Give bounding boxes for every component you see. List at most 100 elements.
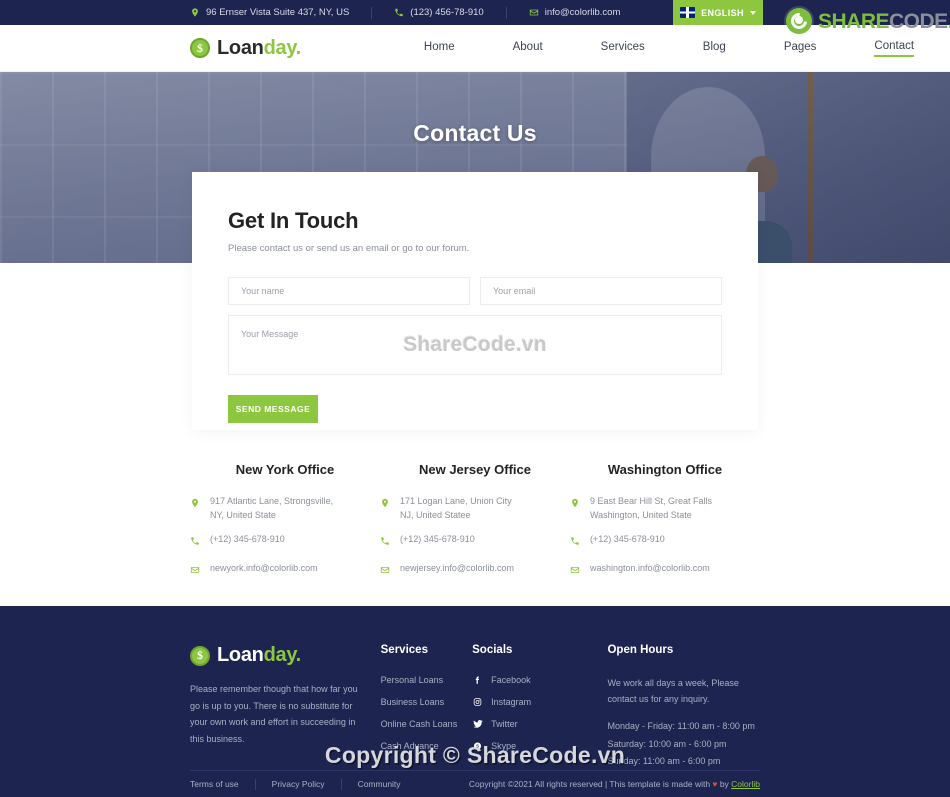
topbar-address-text: 96 Ernser Vista Suite 437, NY, US bbox=[206, 7, 350, 18]
office-address: 9 East Bear Hill St, Great Falls Washing… bbox=[570, 495, 760, 523]
office-phone-text: (+12) 345-678-910 bbox=[400, 533, 475, 544]
social-link-skype[interactable]: S Skype bbox=[472, 741, 607, 751]
topbar-phone-text: (123) 456-78-910 bbox=[410, 7, 484, 18]
footer-link-business-loans[interactable]: Business Loans bbox=[381, 697, 473, 707]
nav-item-about[interactable]: About bbox=[513, 41, 543, 56]
dollar-coin-icon: $ bbox=[190, 645, 210, 666]
contact-form-card: Get In Touch Please contact us or send u… bbox=[192, 172, 758, 430]
office-new-jersey: New Jersey Office 171 Logan Lane, Union … bbox=[380, 462, 570, 592]
message-field[interactable]: Your Message ShareCode.vn bbox=[228, 315, 722, 375]
copyright-text: Copyright ©2021 All rights reserved | Th… bbox=[468, 779, 713, 789]
form-watermark-text: ShareCode.vn bbox=[403, 333, 547, 356]
footer-services-column: Services Personal Loans Business Loans O… bbox=[381, 644, 473, 771]
nav-item-pages[interactable]: Pages bbox=[784, 41, 817, 56]
footer-brand-column: $ Loanday. Please remember though that h… bbox=[190, 644, 381, 771]
name-field-placeholder: Your name bbox=[241, 286, 285, 296]
topbar-email-text: info@colorlib.com bbox=[544, 7, 621, 18]
office-address-text: 171 Logan Lane, Union City NJ, United St… bbox=[400, 495, 512, 523]
contact-form-subheading: Please contact us or send us an email or… bbox=[228, 243, 470, 254]
location-pin-icon bbox=[570, 495, 581, 514]
email-field-placeholder: Your email bbox=[493, 286, 536, 296]
twitter-icon bbox=[472, 719, 483, 729]
footer-logo[interactable]: $ Loanday. bbox=[190, 644, 381, 667]
name-field[interactable]: Your name bbox=[228, 277, 470, 305]
social-label: Twitter bbox=[491, 719, 518, 729]
nav-item-blog[interactable]: Blog bbox=[703, 41, 726, 56]
sharecode-logo-icon bbox=[786, 8, 812, 34]
office-address-line1: 171 Logan Lane, Union City bbox=[400, 496, 512, 506]
office-address: 171 Logan Lane, Union City NJ, United St… bbox=[380, 495, 570, 523]
office-phone[interactable]: (+12) 345-678-910 bbox=[570, 533, 760, 552]
site-logo[interactable]: $ Loanday. bbox=[190, 37, 301, 60]
footer-link-personal-loans[interactable]: Personal Loans bbox=[381, 675, 473, 685]
footer-link-cash-advance[interactable]: Cash Advance bbox=[381, 741, 473, 751]
topbar-divider-2 bbox=[505, 6, 507, 19]
office-email-text: washington.info@colorlib.com bbox=[590, 562, 710, 573]
social-link-instagram[interactable]: Instagram bbox=[472, 697, 607, 707]
contact-form-heading: Get In Touch bbox=[228, 208, 359, 233]
footer-link-community[interactable]: Community bbox=[358, 779, 401, 789]
email-field[interactable]: Your email bbox=[480, 277, 722, 305]
office-title: New Jersey Office bbox=[418, 462, 531, 477]
envelope-icon bbox=[190, 562, 201, 581]
nav-item-services[interactable]: Services bbox=[601, 41, 645, 56]
footer-bar-divider-1 bbox=[254, 778, 256, 790]
footer-link-terms[interactable]: Terms of use bbox=[190, 779, 239, 789]
footer-hours-sunday: Sunday: 11:00 am - 6:00 pm bbox=[607, 756, 721, 767]
send-message-button[interactable]: SEND MESSAGE bbox=[228, 395, 318, 423]
topbar-divider-1 bbox=[371, 6, 373, 19]
social-link-twitter[interactable]: Twitter bbox=[472, 719, 607, 729]
location-pin-icon bbox=[380, 495, 391, 514]
footer-socials-heading: Socials bbox=[472, 644, 513, 656]
sharecode-code-text: CODE bbox=[889, 9, 948, 33]
footer-logo-secondary-text: day. bbox=[263, 644, 302, 666]
nav-item-home[interactable]: Home bbox=[424, 41, 455, 56]
nav-menu: Home About Services Blog Pages Contact bbox=[395, 40, 943, 57]
social-link-facebook[interactable]: Facebook bbox=[472, 675, 607, 685]
envelope-icon bbox=[529, 7, 539, 18]
footer-hours-intro: We work all days a week, Please contact … bbox=[607, 678, 739, 705]
logo-secondary-text: day. bbox=[263, 36, 302, 59]
copyright-by-text: by bbox=[717, 779, 732, 789]
office-phone[interactable]: (+12) 345-678-910 bbox=[190, 533, 380, 552]
footer-socials-column: Socials Facebook Instagram Twitter S Sky… bbox=[472, 644, 607, 771]
footer-services-heading: Services bbox=[380, 644, 428, 656]
social-label: Facebook bbox=[491, 675, 531, 685]
footer-columns: $ Loanday. Please remember though that h… bbox=[0, 606, 950, 771]
svg-text:S: S bbox=[476, 744, 479, 749]
footer-hours-heading: Open Hours bbox=[607, 644, 674, 656]
facebook-icon bbox=[472, 675, 483, 685]
sharecode-share-text: SHARE bbox=[818, 9, 890, 33]
office-title: Washington Office bbox=[607, 462, 723, 477]
colorlib-link[interactable]: Colorlib bbox=[731, 779, 760, 789]
office-address-line1: 9 East Bear Hill St, Great Falls bbox=[590, 496, 713, 506]
footer-logo-text: Loanday. bbox=[217, 644, 301, 667]
office-email[interactable]: newjersey.info@colorlib.com bbox=[380, 562, 570, 581]
language-selector[interactable]: ENGLISH bbox=[673, 0, 763, 25]
chevron-down-icon bbox=[749, 10, 756, 15]
office-address: 917 Atlantic Lane, Strongsville, NY, Uni… bbox=[190, 495, 380, 523]
top-bar-contacts: 96 Ernser Vista Suite 437, NY, US (123) … bbox=[190, 6, 621, 19]
dollar-coin-icon: $ bbox=[190, 38, 210, 58]
social-label: Instagram bbox=[491, 697, 532, 707]
footer-link-online-cash-loans[interactable]: Online Cash Loans bbox=[381, 719, 473, 729]
office-email[interactable]: washington.info@colorlib.com bbox=[570, 562, 760, 581]
location-pin-icon bbox=[190, 7, 200, 18]
office-phone[interactable]: (+12) 345-678-910 bbox=[380, 533, 570, 552]
topbar-phone[interactable]: (123) 456-78-910 bbox=[394, 7, 484, 18]
skype-icon: S bbox=[472, 741, 483, 751]
office-washington: Washington Office 9 East Bear Hill St, G… bbox=[570, 462, 760, 592]
topbar-email[interactable]: info@colorlib.com bbox=[529, 7, 621, 18]
office-new-york: New York Office 917 Atlantic Lane, Stron… bbox=[190, 462, 380, 592]
footer-bottom-bar: Terms of use Privacy Policy Community Co… bbox=[190, 770, 760, 797]
office-phone-text: (+12) 345-678-910 bbox=[210, 533, 285, 544]
phone-icon bbox=[570, 533, 581, 552]
footer-link-privacy[interactable]: Privacy Policy bbox=[272, 779, 325, 789]
page-root: 96 Ernser Vista Suite 437, NY, US (123) … bbox=[0, 0, 950, 797]
nav-item-contact[interactable]: Contact bbox=[874, 40, 915, 57]
office-email[interactable]: newyork.info@colorlib.com bbox=[190, 562, 380, 581]
office-address-text: 9 East Bear Hill St, Great Falls Washing… bbox=[590, 495, 712, 523]
office-address-line2: Washington, United State bbox=[590, 509, 692, 520]
office-email-text: newyork.info@colorlib.com bbox=[210, 562, 318, 573]
footer-hours-column: Open Hours We work all days a week, Plea… bbox=[607, 644, 760, 771]
